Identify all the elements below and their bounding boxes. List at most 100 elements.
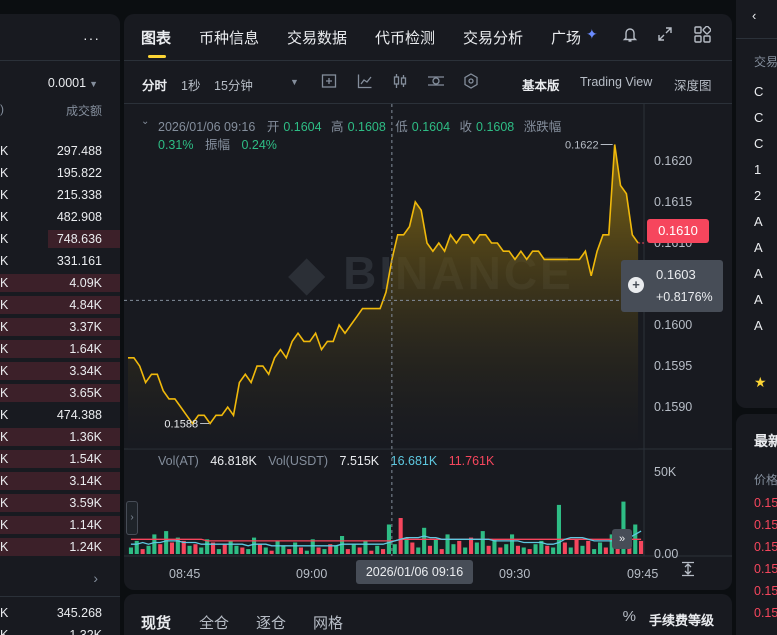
orderbook-row[interactable]: K 4.09K — [0, 272, 120, 294]
chart-area[interactable]: ◆ BINANCE0.16220.15880.16200.16150.16100… — [124, 104, 732, 590]
tab-trade-analysis[interactable]: 交易分析 — [463, 27, 523, 48]
depth-bar — [0, 384, 120, 402]
tab-coin-info[interactable]: 币种信息 — [199, 27, 259, 48]
more-horizontal-icon[interactable]: ··· — [83, 30, 100, 46]
orderbook-row[interactable]: K 331.161 — [0, 250, 120, 272]
precision-select[interactable]: 0.0001 ▼ — [48, 76, 98, 90]
interval-15m[interactable]: 15分钟 — [214, 75, 253, 94]
percent-icon[interactable]: % — [623, 608, 636, 625]
volume-bar — [427, 545, 432, 554]
settings-icon[interactable] — [427, 73, 445, 92]
plus-icon[interactable]: + — [628, 277, 644, 293]
collapse-caret-icon[interactable]: ⌄ — [141, 116, 149, 127]
volume-bar — [357, 547, 362, 554]
orderbook-row[interactable]: K 1.36K — [0, 426, 120, 448]
interval-1s[interactable]: 1秒 — [181, 75, 200, 94]
volume-bar — [515, 545, 520, 554]
indicator-icon[interactable] — [321, 73, 337, 92]
market-title: 交易 — [754, 55, 777, 69]
orderbook-header: ) 成交额 — [0, 102, 120, 118]
tab-grid[interactable]: 网格 — [313, 612, 343, 633]
interval-timeshare[interactable]: 分时 — [142, 75, 167, 94]
orderbook-row[interactable]: K 474.388 — [0, 404, 120, 426]
volume-bar — [128, 547, 133, 554]
scroll-right-icon[interactable]: » — [612, 529, 632, 549]
orderbook-row[interactable]: K 482.908 — [0, 206, 120, 228]
market-item[interactable]: 2 — [754, 188, 761, 203]
price-tick-label: 0.1595 — [654, 359, 692, 373]
orderbook-row[interactable]: K 4.84K — [0, 294, 120, 316]
row-amount: 4.84K — [69, 298, 102, 312]
market-item[interactable]: A — [754, 266, 763, 281]
ohlc-high-label: 高 — [331, 120, 344, 134]
market-item[interactable]: 1 — [754, 162, 761, 177]
trade-price: 0.15 — [754, 518, 777, 532]
orderbook-row[interactable]: K 1.24K — [0, 536, 120, 558]
grid-icon[interactable] — [694, 25, 712, 48]
tab-cross[interactable]: 全仓 — [199, 612, 229, 633]
fit-axis-icon[interactable] — [680, 561, 696, 581]
chart-toolbar: 分时 1秒 15分钟 ▼ 基本版 Trading View 深度图 — [124, 61, 732, 103]
chevron-left-icon[interactable]: ‹ — [752, 8, 756, 23]
orderbook-row[interactable]: K 1.14K — [0, 514, 120, 536]
orderbook-row[interactable]: K 297.488 — [0, 140, 120, 162]
orderbook-row[interactable]: K 3.37K — [0, 316, 120, 338]
row-unit: K — [0, 474, 9, 488]
bell-icon[interactable] — [622, 26, 638, 48]
star-icon[interactable]: ★ — [754, 374, 767, 391]
orderbook-row[interactable]: K 345.268 — [0, 602, 120, 624]
depth-bar — [0, 340, 120, 358]
orderbook-row[interactable]: K 1.64K — [0, 338, 120, 360]
tab-spot[interactable]: 现货 — [141, 612, 171, 633]
current-price-badge: 0.1610 — [647, 219, 709, 243]
market-item[interactable]: C — [754, 136, 763, 151]
scroll-left-handle[interactable]: › — [126, 501, 138, 535]
orderbook-row[interactable]: K 1.32K — [0, 624, 120, 635]
row-unit: K — [0, 342, 9, 356]
orderbook-row[interactable]: K 1.54K — [0, 448, 120, 470]
market-item[interactable]: A — [754, 214, 763, 229]
orderbook-row[interactable]: K 3.14K — [0, 470, 120, 492]
candle-icon[interactable] — [392, 73, 408, 92]
market-item[interactable]: A — [754, 318, 763, 333]
tab-token-check[interactable]: 代币检测 — [375, 27, 435, 48]
volume-bar — [252, 537, 257, 554]
view-depth[interactable]: 深度图 — [674, 75, 712, 94]
market-item[interactable]: A — [754, 292, 763, 307]
ohlc-close: 0.1608 — [476, 120, 515, 134]
row-unit: K — [0, 408, 9, 422]
fee-level-link[interactable]: 手续费等级 — [649, 610, 714, 629]
caret-down-icon[interactable]: ▼ — [290, 77, 299, 87]
depth-bar — [0, 318, 120, 336]
divider — [0, 596, 120, 597]
line-chart-icon[interactable] — [357, 73, 373, 92]
orderbook-row[interactable]: K 215.338 — [0, 184, 120, 206]
expand-icon[interactable] — [657, 26, 673, 47]
chevron-right-icon[interactable]: › — [93, 570, 98, 586]
orderbook-row[interactable]: K 195.822 — [0, 162, 120, 184]
precision-value: 0.0001 — [47, 76, 87, 90]
volume-bar — [474, 542, 479, 554]
orderbook-row[interactable]: K 3.59K — [0, 492, 120, 514]
tab-isolated[interactable]: 逐仓 — [256, 612, 286, 633]
market-item[interactable]: C — [754, 110, 763, 125]
depth-bar — [0, 538, 120, 556]
tab-chart[interactable]: 图表 — [141, 27, 171, 48]
orderbook-row[interactable]: K 3.34K — [0, 360, 120, 382]
orderbook-row[interactable]: K 748.636 — [0, 228, 120, 250]
market-item[interactable]: C — [754, 84, 763, 99]
view-tradingview[interactable]: Trading View — [580, 75, 652, 89]
market-item[interactable]: A — [754, 240, 763, 255]
tab-trade-data[interactable]: 交易数据 — [287, 27, 347, 48]
orderbook-row[interactable]: K 3.65K — [0, 382, 120, 404]
tab-square[interactable]: 广场 — [551, 27, 581, 48]
price-chart[interactable]: ◆ BINANCE0.16220.15880.16200.16150.16100… — [124, 104, 732, 590]
row-amount: 474.388 — [56, 408, 102, 422]
view-basic[interactable]: 基本版 — [522, 75, 560, 94]
volume-bar — [187, 545, 192, 554]
ohlc-change: 0.31% — [158, 138, 194, 152]
hexagon-icon[interactable] — [463, 73, 479, 92]
row-unit: K — [0, 144, 9, 158]
divider — [736, 38, 777, 39]
crosshair-price-box[interactable]: + 0.1603 +0.8176% — [621, 260, 723, 312]
